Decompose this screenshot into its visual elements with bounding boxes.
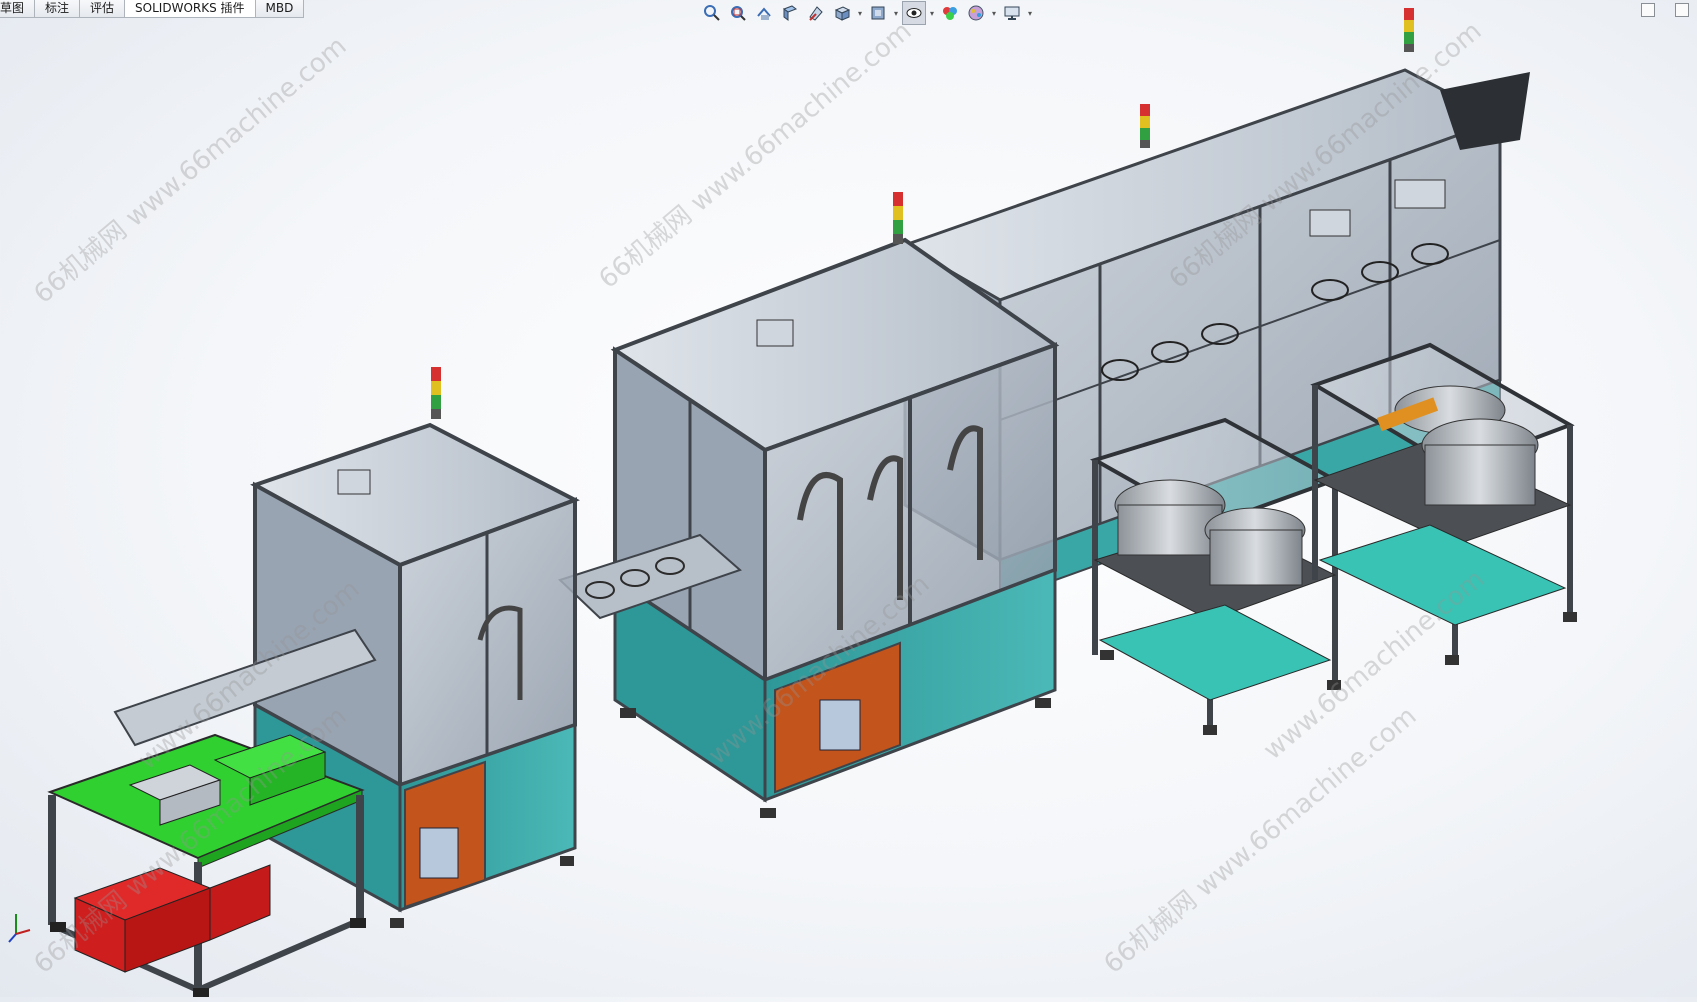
view-orientation-icon[interactable] — [830, 1, 854, 25]
tab-markup[interactable]: 标注 — [35, 0, 81, 18]
reference-triad — [8, 914, 31, 943]
feeder-stand-left — [1089, 417, 1341, 735]
apply-scene-icon[interactable] — [964, 1, 988, 25]
tab-evaluate[interactable]: 评估 — [80, 0, 126, 18]
command-manager-tabs: 草图 标注 评估 SOLIDWORKS 插件 MBD — [0, 0, 305, 18]
heads-up-view-toolbar: ▾ ▾ ▾ ▾ ▾ — [700, 0, 1034, 26]
tab-sketch[interactable]: 草图 — [0, 0, 36, 18]
hide-show-items-icon[interactable] — [902, 1, 926, 25]
maximize-viewport-icon[interactable] — [1675, 3, 1689, 17]
restore-viewport-icon[interactable] — [1641, 3, 1655, 17]
viewport-window-controls — [1641, 3, 1689, 17]
view-settings-icon[interactable] — [1000, 1, 1024, 25]
apply-scene-dropdown-icon[interactable]: ▾ — [990, 9, 998, 18]
dynamic-annotation-icon[interactable] — [804, 1, 828, 25]
assembly-model[interactable] — [0, 0, 1697, 997]
zoom-to-area-icon[interactable] — [726, 1, 750, 25]
section-view-icon[interactable] — [778, 1, 802, 25]
view-orientation-dropdown-icon[interactable]: ▾ — [856, 9, 864, 18]
display-style-dropdown-icon[interactable]: ▾ — [892, 9, 900, 18]
tab-mbd[interactable]: MBD — [255, 0, 305, 18]
graphics-area[interactable]: 66机械网 www.66machine.com 66机械网 www.66mach… — [0, 0, 1697, 997]
hide-show-dropdown-icon[interactable]: ▾ — [928, 9, 936, 18]
edit-appearance-icon[interactable] — [938, 1, 962, 25]
tab-solidworks-addins[interactable]: SOLIDWORKS 插件 — [125, 0, 256, 18]
display-style-icon[interactable] — [866, 1, 890, 25]
previous-view-icon[interactable] — [752, 1, 776, 25]
zoom-to-fit-icon[interactable] — [700, 1, 724, 25]
view-settings-dropdown-icon[interactable]: ▾ — [1026, 9, 1034, 18]
